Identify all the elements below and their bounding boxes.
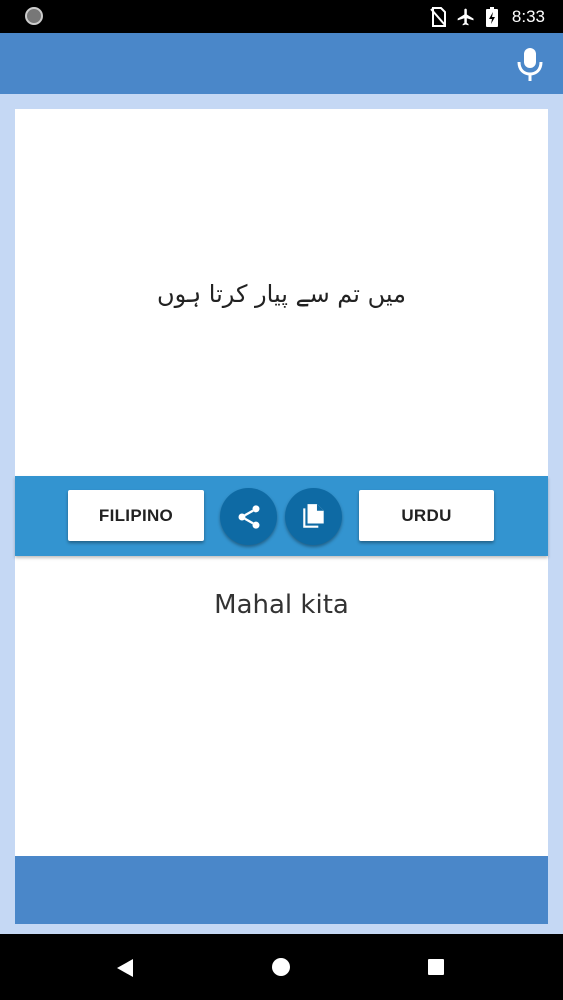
app-bar (0, 33, 563, 94)
airplane-mode-icon (457, 8, 474, 25)
source-text: میں تم سے پیار کرتا ہوں (157, 280, 406, 308)
source-text-area[interactable]: میں تم سے پیار کرتا ہوں (15, 109, 548, 475)
target-text: Mahal kita (214, 590, 349, 620)
target-text-area: Mahal kita (15, 556, 548, 856)
translation-card: میں تم سے پیار کرتا ہوں FILIPINO URDU Ma… (15, 109, 548, 924)
microphone-button[interactable] (515, 46, 545, 82)
language-toolbar: FILIPINO URDU (15, 476, 548, 556)
copy-icon (302, 503, 324, 528)
status-time: 8:33 (511, 6, 545, 26)
battery-charging-icon (485, 6, 498, 27)
share-icon (238, 504, 259, 529)
share-button[interactable] (220, 488, 277, 545)
source-language-button[interactable]: FILIPINO (68, 490, 204, 541)
copy-button[interactable] (285, 488, 342, 545)
home-icon[interactable] (272, 958, 290, 976)
microphone-icon (517, 48, 543, 81)
notification-dot-icon (25, 7, 43, 25)
status-icons: 8:33 (430, 0, 545, 33)
no-sim-icon (430, 6, 446, 27)
bottom-banner (15, 856, 548, 924)
recents-icon[interactable] (428, 959, 444, 975)
status-bar: 8:33 (0, 0, 563, 33)
target-language-button[interactable]: URDU (359, 490, 494, 541)
navigation-bar (0, 934, 563, 1000)
back-icon[interactable] (116, 958, 134, 978)
